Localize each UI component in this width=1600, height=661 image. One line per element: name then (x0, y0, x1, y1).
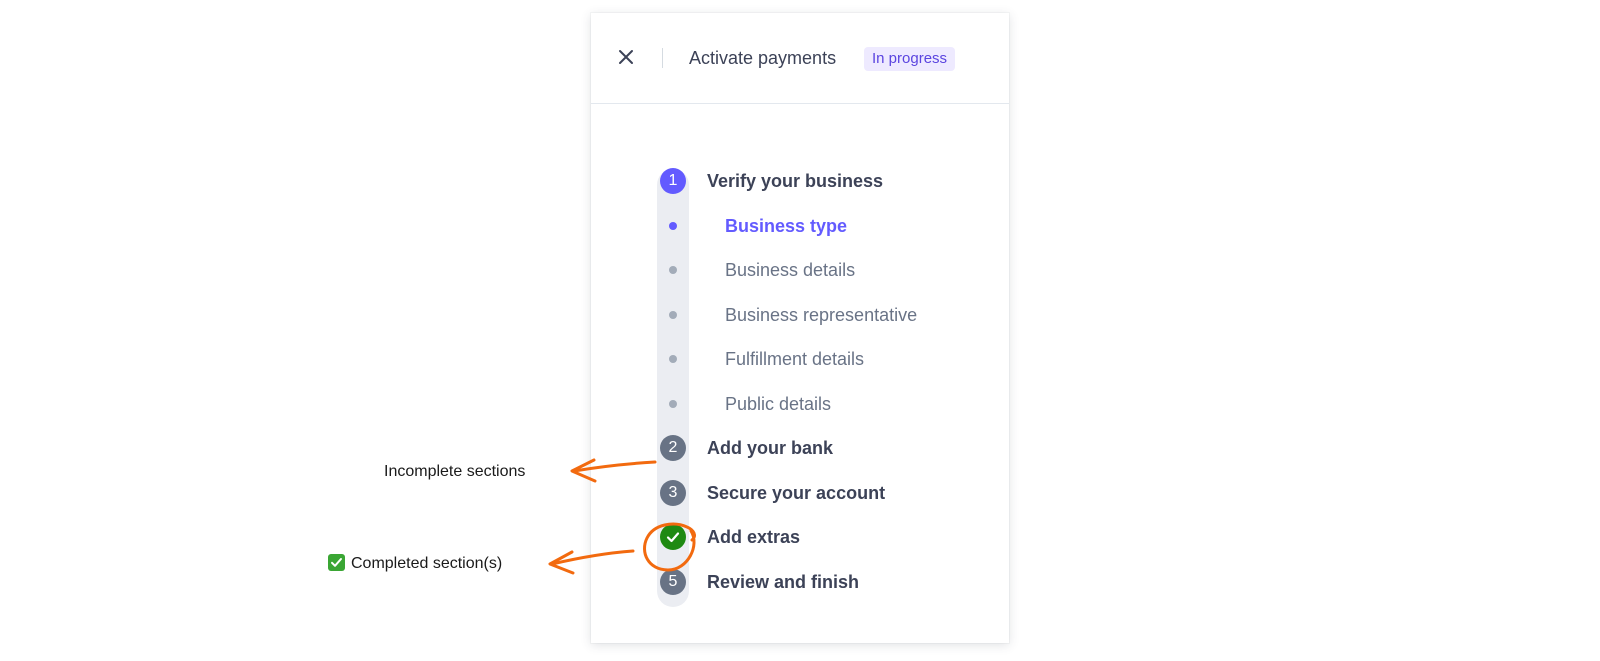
annotation-arrows (548, 458, 696, 575)
highlight-circle (643, 522, 696, 572)
